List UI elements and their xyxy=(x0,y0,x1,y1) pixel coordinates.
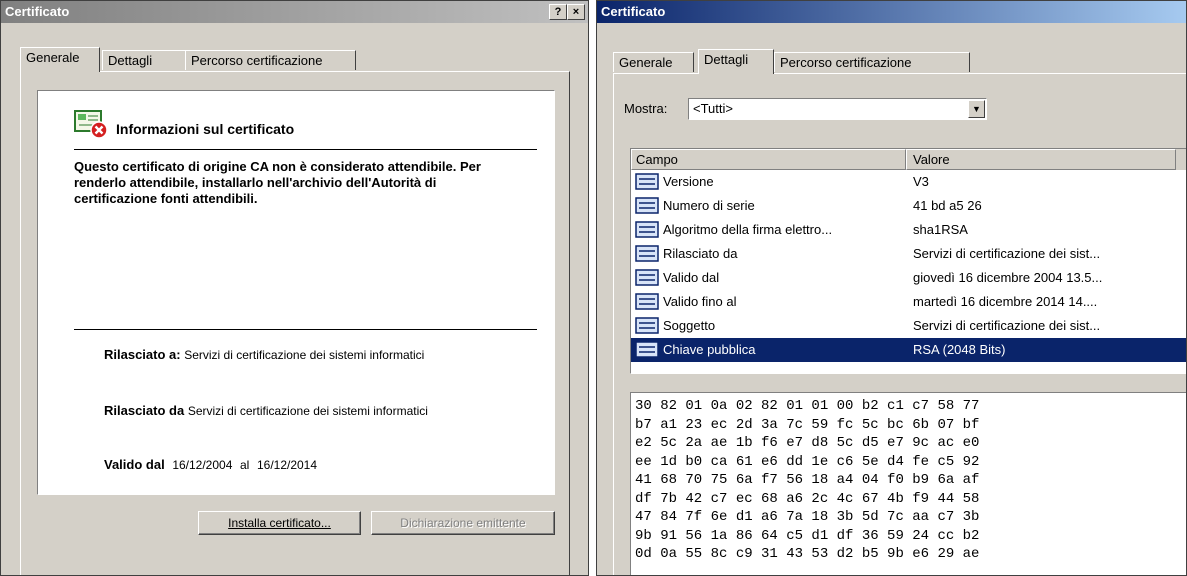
field-icon xyxy=(635,341,659,358)
certificate-info-box: Informazioni sul certificato Questo cert… xyxy=(37,90,555,495)
field-row[interactable]: Numero di serie 41 bd a5 26 xyxy=(631,194,1186,218)
certificate-dialog-details: Certificato Generale Dettagli Percorso c… xyxy=(596,0,1187,576)
issued-to-label: Rilasciato a: xyxy=(104,347,181,362)
hex-line: 30 82 01 0a 02 82 01 01 00 b2 c1 c7 58 7… xyxy=(635,398,980,414)
valid-from: 16/12/2004 xyxy=(172,458,233,472)
field-icon xyxy=(635,245,659,262)
hex-line: b7 a1 23 ec 2d 3a 7c 59 fc 5c bc 6b 07 b… xyxy=(635,416,980,433)
title-bar[interactable]: Certificato xyxy=(597,1,1186,23)
tab-percorso-certificazione[interactable]: Percorso certificazione xyxy=(774,52,970,72)
field-value: Servizi di certificazione dei sist... xyxy=(913,318,1101,333)
field-name: Numero di serie xyxy=(663,198,755,213)
warning-text: Questo certificato di origine CA non è c… xyxy=(74,159,481,206)
field-value: sha1RSA xyxy=(913,222,968,237)
field-value: V3 xyxy=(913,174,929,189)
window-title: Certificato xyxy=(601,4,666,19)
info-heading: Informazioni sul certificato xyxy=(116,121,295,137)
field-icon xyxy=(635,293,659,310)
field-value: martedì 16 dicembre 2014 14.... xyxy=(913,294,1098,309)
column-header-campo[interactable]: Campo xyxy=(631,149,906,170)
tab-generale[interactable]: Generale xyxy=(20,47,100,72)
field-name: Versione xyxy=(663,174,714,189)
tab-percorso-certificazione[interactable]: Percorso certificazione xyxy=(185,50,356,70)
show-value: <Tutti> xyxy=(693,101,733,116)
hex-line: e2 5c 2a ae 1b f6 e7 d8 5c d5 e7 9c ac e… xyxy=(635,435,980,451)
list-header: Campo Valore xyxy=(631,149,1186,170)
tab-strip: Generale Dettagli Percorso certificazion… xyxy=(20,47,570,72)
close-button[interactable]: × xyxy=(567,4,585,20)
divider-top xyxy=(74,149,537,150)
certificate-error-icon xyxy=(74,110,108,139)
valid-to-word: al xyxy=(240,458,250,472)
issued-by-value: Servizi di certificazione dei sistemi in… xyxy=(187,404,428,418)
field-value: Servizi di certificazione dei sist... xyxy=(913,246,1101,261)
field-row[interactable]: Valido fino al martedì 16 dicembre 2014 1… xyxy=(631,290,1186,314)
field-icon xyxy=(635,317,659,334)
field-list: Campo Valore Versione V3 Numero di serie 41… xyxy=(630,148,1186,374)
hex-line: 0d 0a 55 8c c9 31 43 53 d2 b5 9b e6 29 a… xyxy=(635,546,980,562)
show-label: Mostra: xyxy=(624,101,668,116)
hex-line: df 7b 42 c7 ec 68 a6 2c 4c 67 4b f9 44 5… xyxy=(635,490,980,507)
field-icon xyxy=(635,197,659,214)
issued-by-label: Rilasciato da xyxy=(104,403,185,418)
field-value: RSA (2048 Bits) xyxy=(913,342,1006,357)
hex-line: ee 1d b0 ca 61 e6 dd 1e c6 5e d4 fe c5 9… xyxy=(635,453,980,470)
install-certificate-button[interactable]: Installa certificato... xyxy=(198,511,361,535)
issued-by-line: Rilasciato da Servizi di certificazione … xyxy=(104,403,428,418)
field-row[interactable]: Algoritmo della firma elettro... sha1RSA xyxy=(631,218,1186,242)
chevron-down-icon[interactable]: ▼ xyxy=(968,100,985,118)
field-row[interactable]: Valido dal giovedì 16 dicembre 2004 13.5.… xyxy=(631,266,1186,290)
field-icon xyxy=(635,269,659,286)
field-value: 41 bd a5 26 xyxy=(913,198,982,213)
field-name: Soggetto xyxy=(663,318,716,333)
field-name: Rilasciato da xyxy=(663,246,738,261)
issuer-statement-button[interactable]: Dichiarazione emittente xyxy=(371,511,555,535)
valid-label: Valido dal xyxy=(104,457,165,472)
field-name: Valido fino al xyxy=(663,294,737,309)
issued-to-value: Servizi di certificazione dei sistemi in… xyxy=(184,348,425,362)
show-dropdown[interactable]: <Tutti> ▼ xyxy=(688,98,987,120)
tab-panel: Mostra: <Tutti> ▼ Campo Valore Versione V… xyxy=(613,73,1186,575)
field-name: Algoritmo della firma elettro... xyxy=(663,222,833,237)
tab-panel: Informazioni sul certificato Questo cert… xyxy=(20,71,570,575)
field-name: Valido dal xyxy=(663,270,720,285)
issued-to-line: Rilasciato a: Servizi di certificazione … xyxy=(104,347,424,362)
certificate-dialog-general: Certificato ? × Generale Dettagli Percor… xyxy=(0,0,589,576)
tab-dettagli[interactable]: Dettagli xyxy=(102,50,186,70)
field-row[interactable]: Soggetto Servizi di certificazione dei si… xyxy=(631,314,1186,338)
hex-lines: 30 82 01 0a 02 82 01 01 00 b2 c1 c7 58 7… xyxy=(635,397,1186,564)
help-button[interactable]: ? xyxy=(549,4,567,20)
hex-line: 41 68 70 75 6a f7 56 18 a4 04 f0 b9 6a a… xyxy=(635,472,980,488)
field-icon xyxy=(635,221,659,238)
window-title: Certificato xyxy=(5,4,70,19)
field-icon xyxy=(635,173,659,190)
field-value: giovedì 16 dicembre 2004 13.5... xyxy=(913,270,1103,285)
field-row[interactable]: Rilasciato da Servizi di certificazione d… xyxy=(631,242,1186,266)
valid-to: 16/12/2014 xyxy=(256,458,318,472)
field-row[interactable]: Chiave pubblica RSA (2048 Bits) xyxy=(631,338,1186,362)
tab-dettagli[interactable]: Dettagli xyxy=(698,49,774,74)
tab-generale[interactable]: Generale xyxy=(613,52,694,72)
hex-line: 47 84 7f 6e d1 a6 7a 18 3b 5d 7c aa c7 3… xyxy=(635,509,980,525)
field-row[interactable]: Versione V3 xyxy=(631,170,1186,194)
title-bar[interactable]: Certificato ? × xyxy=(1,1,588,23)
field-name: Chiave pubblica xyxy=(663,342,756,357)
column-header-valore[interactable]: Valore xyxy=(906,149,1176,170)
tab-strip: Generale Dettagli Percorso certificazion… xyxy=(613,49,1173,74)
divider-bottom xyxy=(74,329,537,330)
validity-line: Valido dal 16/12/2004 al 16/12/2014 xyxy=(104,457,317,472)
value-hex-box[interactable]: 30 82 01 0a 02 82 01 01 00 b2 c1 c7 58 7… xyxy=(630,392,1186,575)
hex-line: 9b 91 56 1a 86 64 c5 d1 df 36 59 24 cc b… xyxy=(635,527,980,544)
